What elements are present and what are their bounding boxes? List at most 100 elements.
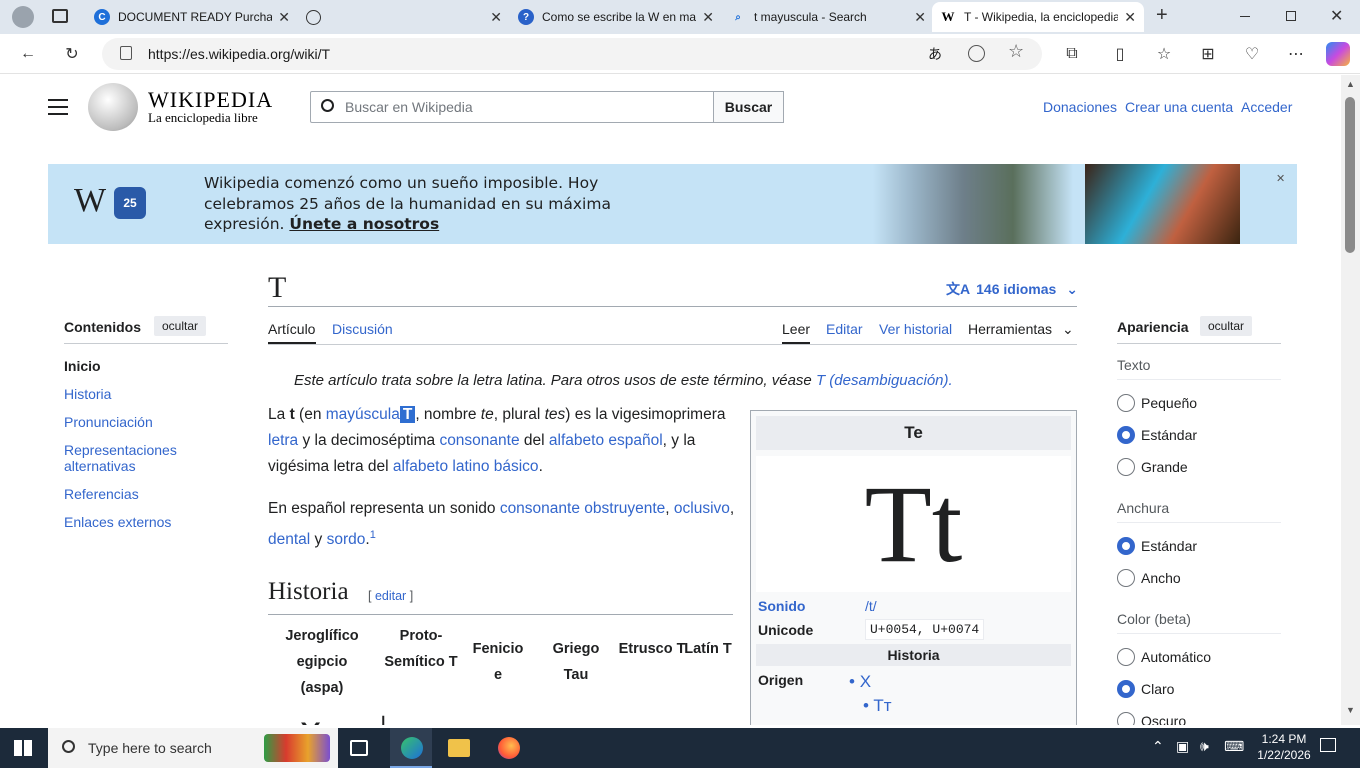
dental-link[interactable]: dental — [268, 531, 310, 548]
label-text-small[interactable]: Pequeño — [1141, 395, 1197, 411]
new-tab-icon[interactable]: + — [1156, 4, 1168, 27]
mayuscula-link[interactable]: mayúscula — [326, 406, 400, 423]
tab-document-ready[interactable]: C DOCUMENT READY Purchase ✕ — [86, 2, 298, 32]
extensions-icon[interactable]: ⧉ — [1060, 42, 1084, 66]
tab-blank[interactable]: ✕ — [298, 2, 510, 32]
tab-leer[interactable]: Leer — [782, 321, 810, 337]
toc-item-enlaces[interactable]: Enlaces externos — [64, 514, 171, 530]
sordo-link[interactable]: sordo — [327, 531, 366, 548]
minimize-icon[interactable] — [1240, 16, 1250, 17]
browser-essentials-icon[interactable]: ♡ — [1240, 42, 1264, 66]
banner-close-icon[interactable]: ✕ — [1276, 172, 1285, 185]
join-us-link[interactable]: Únete a nosotros — [289, 215, 439, 233]
close-tab-icon[interactable]: ✕ — [1124, 9, 1136, 26]
close-tab-icon[interactable]: ✕ — [278, 9, 290, 26]
notifications-icon[interactable] — [1320, 738, 1336, 752]
radio-color-dark[interactable] — [1117, 712, 1135, 725]
refresh-icon[interactable]: ↻ — [60, 42, 84, 66]
toc-item-inicio[interactable]: Inicio — [64, 358, 101, 374]
close-window-icon[interactable]: ✕ — [1330, 6, 1343, 26]
toc-item-pronunciacion[interactable]: Pronunciación — [64, 414, 153, 430]
close-tab-icon[interactable]: ✕ — [914, 9, 926, 26]
appearance-hide-button[interactable]: ocultar — [1200, 316, 1253, 336]
main-menu-icon[interactable] — [48, 99, 68, 115]
donations-link[interactable]: Donaciones — [1043, 99, 1117, 115]
radio-color-light[interactable] — [1117, 680, 1135, 698]
radio-width-wide[interactable] — [1117, 569, 1135, 587]
copilot-icon[interactable] — [1326, 42, 1350, 66]
volume-icon[interactable]: 🕪 — [1200, 738, 1209, 755]
search-input[interactable]: Buscar en Wikipedia — [310, 91, 714, 123]
alfabeto-latino-link[interactable]: alfabeto latino básico — [393, 458, 539, 475]
scroll-down-icon[interactable]: ▼ — [1346, 705, 1355, 715]
tab-wikipedia-t[interactable]: W T - Wikipedia, la enciclopedia ✕ — [932, 2, 1144, 32]
letra-link[interactable]: letra — [268, 432, 298, 449]
tray-overflow-icon[interactable]: ⌃ — [1152, 738, 1164, 755]
radio-text-standard[interactable] — [1117, 426, 1135, 444]
consonante-link[interactable]: consonante — [439, 432, 519, 449]
profile-icon[interactable] — [12, 6, 34, 28]
favorite-star-icon[interactable]: ☆ — [1008, 41, 1024, 62]
language-selector[interactable]: 文A 146 idiomas ⌄ — [946, 279, 1078, 299]
login-link[interactable]: Acceder — [1241, 99, 1292, 115]
infobox-sonido-value[interactable]: /t/ — [865, 598, 877, 614]
close-tab-icon[interactable]: ✕ — [702, 9, 714, 26]
scrollbar-thumb[interactable] — [1345, 97, 1355, 253]
infobox-origen-item-x[interactable]: • X — [849, 672, 871, 692]
radio-width-standard[interactable] — [1117, 537, 1135, 555]
toc-item-referencias[interactable]: Referencias — [64, 486, 139, 502]
radio-color-auto[interactable] — [1117, 648, 1135, 666]
language-indicator-icon[interactable]: ⌨ — [1224, 738, 1244, 755]
tab-articulo[interactable]: Artículo — [268, 321, 315, 337]
windows-start-icon[interactable] — [14, 740, 32, 756]
tab-ver-historial[interactable]: Ver historial — [879, 321, 952, 337]
gifts-widget-icon[interactable] — [264, 734, 330, 762]
footnote-ref[interactable]: 1 — [370, 529, 376, 541]
settings-more-icon[interactable]: ⋯ — [1284, 42, 1308, 66]
toc-hide-button[interactable]: ocultar — [154, 316, 207, 336]
tab-discusion[interactable]: Discusión — [332, 321, 393, 337]
tab-actions-icon[interactable] — [52, 9, 68, 23]
label-color-dark[interactable]: Oscuro — [1141, 713, 1186, 725]
url-field[interactable]: https://es.wikipedia.org/wiki/T あ ☆ — [102, 38, 1042, 70]
back-icon[interactable]: ← — [16, 42, 40, 66]
label-color-light[interactable]: Claro — [1141, 681, 1174, 697]
collections-icon[interactable]: ⊞ — [1196, 42, 1220, 66]
close-tab-icon[interactable]: ✕ — [490, 9, 502, 26]
create-account-link[interactable]: Crear una cuenta — [1125, 99, 1233, 115]
toc-item-representaciones[interactable]: Representaciones alternativas — [64, 442, 214, 474]
label-width-wide[interactable]: Ancho — [1141, 570, 1181, 586]
page-scrollbar[interactable]: ▲ ▼ — [1341, 75, 1360, 725]
restore-icon[interactable] — [1286, 11, 1296, 21]
file-explorer-icon[interactable] — [448, 739, 470, 757]
radio-text-small[interactable] — [1117, 394, 1135, 412]
favorites-icon[interactable]: ☆ — [1152, 42, 1176, 66]
split-screen-icon[interactable]: ▯ — [1108, 42, 1132, 66]
oclusivo-link[interactable]: oclusivo — [674, 500, 730, 517]
toc-item-historia[interactable]: Historia — [64, 386, 111, 402]
alfabeto-espanol-link[interactable]: alfabeto español — [549, 432, 663, 449]
more-options-circle-icon[interactable] — [968, 45, 985, 62]
edge-taskbar-icon[interactable] — [390, 728, 432, 768]
network-icon[interactable]: ▣ — [1176, 738, 1189, 755]
infobox-sonido-label[interactable]: Sonido — [758, 598, 805, 614]
tab-editar[interactable]: Editar — [826, 321, 863, 337]
clock-date[interactable]: 1/22/2026 — [1256, 748, 1312, 762]
tab-como-se-escribe[interactable]: ? Como se escribe la W en ma ✕ — [510, 2, 722, 32]
tools-menu[interactable]: Herramientas ⌄ — [968, 321, 1074, 338]
firefox-icon[interactable] — [498, 737, 520, 759]
search-button[interactable]: Buscar — [713, 91, 784, 123]
scroll-up-icon[interactable]: ▲ — [1346, 79, 1355, 89]
consonante-obstruyente-link[interactable]: consonante obstruyente — [500, 500, 665, 517]
read-aloud-icon[interactable]: あ — [928, 44, 942, 64]
wikipedia-globe-logo[interactable] — [88, 83, 138, 131]
label-text-standard[interactable]: Estándar — [1141, 427, 1197, 443]
task-view-icon[interactable] — [350, 740, 368, 756]
taskbar-search-box[interactable]: Type here to search — [48, 728, 338, 768]
label-color-auto[interactable]: Automático — [1141, 649, 1211, 665]
radio-text-large[interactable] — [1117, 458, 1135, 476]
edit-section-link[interactable]: [ editar ] — [368, 589, 413, 603]
tab-t-mayuscula-search[interactable]: ⌕ t mayuscula - Search ✕ — [722, 2, 934, 32]
disambiguation-link[interactable]: T (desambiguación). — [816, 372, 953, 389]
clock-time[interactable]: 1:24 PM — [1256, 732, 1312, 746]
